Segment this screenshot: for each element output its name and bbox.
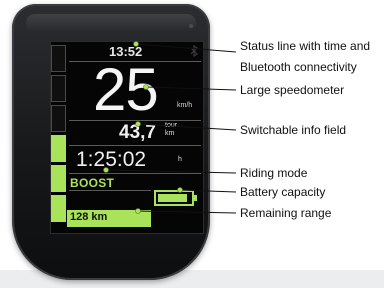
battery-gauge xyxy=(154,190,194,206)
speed-value: 25 xyxy=(93,56,159,123)
info-field-value: 43,7 xyxy=(119,122,156,143)
callout-status-line-1: Status line with time and xyxy=(240,39,371,53)
assist-level-segment xyxy=(51,105,66,132)
battery-level-fill xyxy=(158,194,187,202)
bluetooth-icon xyxy=(190,45,198,57)
callout-range: Remaining range xyxy=(240,206,332,220)
speed-unit: km/h xyxy=(177,102,193,109)
assist-level-segment xyxy=(51,75,66,102)
assist-level-segment xyxy=(51,135,66,162)
separator-line xyxy=(69,145,201,146)
separator-line xyxy=(69,173,201,174)
trip-time-unit: h xyxy=(178,156,182,163)
riding-mode: BOOST xyxy=(70,176,115,190)
info-field-label: tour xyxy=(165,122,178,129)
diagram: 13:52 25 km/h 43,7 tour km 1:25:02 h BOO… xyxy=(0,0,384,288)
assist-level-segment xyxy=(51,195,66,222)
device-glare xyxy=(26,14,196,32)
bike-display-device: 13:52 25 km/h 43,7 tour km 1:25:02 h BOO… xyxy=(12,4,210,280)
display-screen: 13:52 25 km/h 43,7 tour km 1:25:02 h BOO… xyxy=(50,41,204,234)
info-field-unit: km xyxy=(165,130,175,137)
assist-level-segment xyxy=(51,165,66,192)
assist-level-bars xyxy=(51,42,67,233)
remaining-range-value: 128 km xyxy=(70,211,108,223)
callout-battery: Battery capacity xyxy=(240,185,326,199)
separator-line xyxy=(69,190,151,191)
assist-level-segment xyxy=(51,45,66,72)
callout-riding-mode: Riding mode xyxy=(240,166,308,180)
callout-speedometer: Large speedometer xyxy=(240,83,345,97)
callout-status-line-2: Bluetooth connectivity xyxy=(240,60,357,74)
callout-info-field: Switchable info field xyxy=(240,123,347,137)
trip-time-value: 1:25:02 xyxy=(76,148,147,171)
battery-terminal xyxy=(194,195,197,201)
light-sensor xyxy=(189,24,193,28)
